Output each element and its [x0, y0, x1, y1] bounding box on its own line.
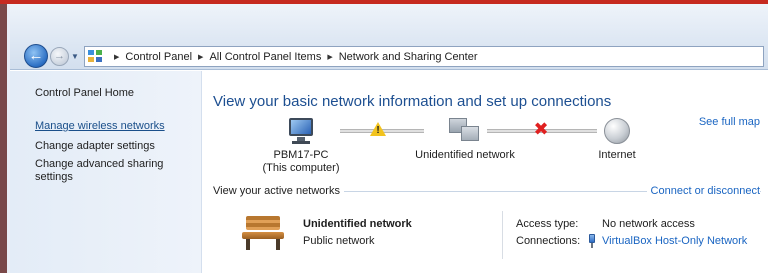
breadcrumb-all-control-panel-items[interactable]: All Control Panel Items: [209, 51, 321, 63]
breadcrumb-separator-icon[interactable]: ▶: [114, 53, 119, 61]
map-network[interactable]: Unidentified network: [400, 118, 530, 162]
sidebar-item-change-adapter[interactable]: Change adapter settings: [35, 140, 195, 153]
see-full-map-link[interactable]: See full map: [699, 116, 760, 128]
bench-icon[interactable]: [242, 216, 284, 250]
computer-note: (This computer): [262, 162, 340, 174]
connections-label: Connections:: [516, 235, 581, 247]
active-networks-heading: View your active networks: [213, 185, 344, 197]
page-title: View your basic network information and …: [213, 93, 612, 110]
task-sidebar: Control Panel Home Manage wireless netwo…: [10, 71, 202, 273]
breadcrumb-separator-icon[interactable]: ▶: [327, 53, 332, 61]
recent-pages-dropdown-icon[interactable]: ▼: [71, 52, 80, 61]
sidebar-item-control-panel-home[interactable]: Control Panel Home: [35, 87, 195, 100]
sidebar-item-advanced-sharing[interactable]: Change advanced sharing settings: [35, 158, 195, 184]
back-arrow-icon[interactable]: ←: [24, 44, 48, 68]
forward-arrow-icon[interactable]: →: [50, 47, 69, 66]
network-adapter-icon: [588, 234, 596, 248]
control-panel-icon: [88, 49, 104, 64]
address-bar[interactable]: ▶ Control Panel ▶ All Control Panel Item…: [84, 46, 764, 67]
warning-icon[interactable]: !: [370, 122, 386, 137]
network-label: Unidentified network: [415, 149, 515, 161]
access-type-value: No network access: [602, 218, 695, 230]
red-x-icon[interactable]: ✖: [533, 120, 549, 138]
breadcrumb-control-panel[interactable]: Control Panel: [125, 51, 192, 63]
connections-link[interactable]: VirtualBox Host-Only Network: [602, 235, 747, 247]
sidebar-item-manage-wireless[interactable]: Manage wireless networks: [35, 120, 195, 133]
map-this-computer[interactable]: PBM17-PC (This computer): [252, 118, 350, 175]
map-internet[interactable]: Internet: [567, 118, 667, 162]
computer-name: PBM17-PC: [273, 149, 329, 161]
active-network-name: Unidentified network: [303, 218, 412, 230]
breadcrumb-separator-icon[interactable]: ▶: [198, 53, 203, 61]
network-computers-icon: [449, 118, 481, 144]
details-divider: [502, 211, 503, 259]
window-left-edge: [0, 4, 10, 273]
globe-icon: [604, 118, 630, 144]
navigation-chrome: ← → ▼ ▶ Control Panel ▶ All Control Pane…: [10, 4, 768, 70]
breadcrumb-network-sharing-center[interactable]: Network and Sharing Center: [339, 51, 478, 63]
active-network-category-link[interactable]: Public network: [303, 235, 375, 247]
access-type-label: Access type:: [516, 218, 579, 230]
main-content: View your basic network information and …: [202, 71, 768, 273]
computer-monitor-icon: [286, 118, 316, 144]
internet-label: Internet: [598, 149, 636, 161]
connect-or-disconnect-link[interactable]: Connect or disconnect: [646, 185, 760, 197]
network-sharing-center-window: ← → ▼ ▶ Control Panel ▶ All Control Pane…: [10, 4, 768, 273]
